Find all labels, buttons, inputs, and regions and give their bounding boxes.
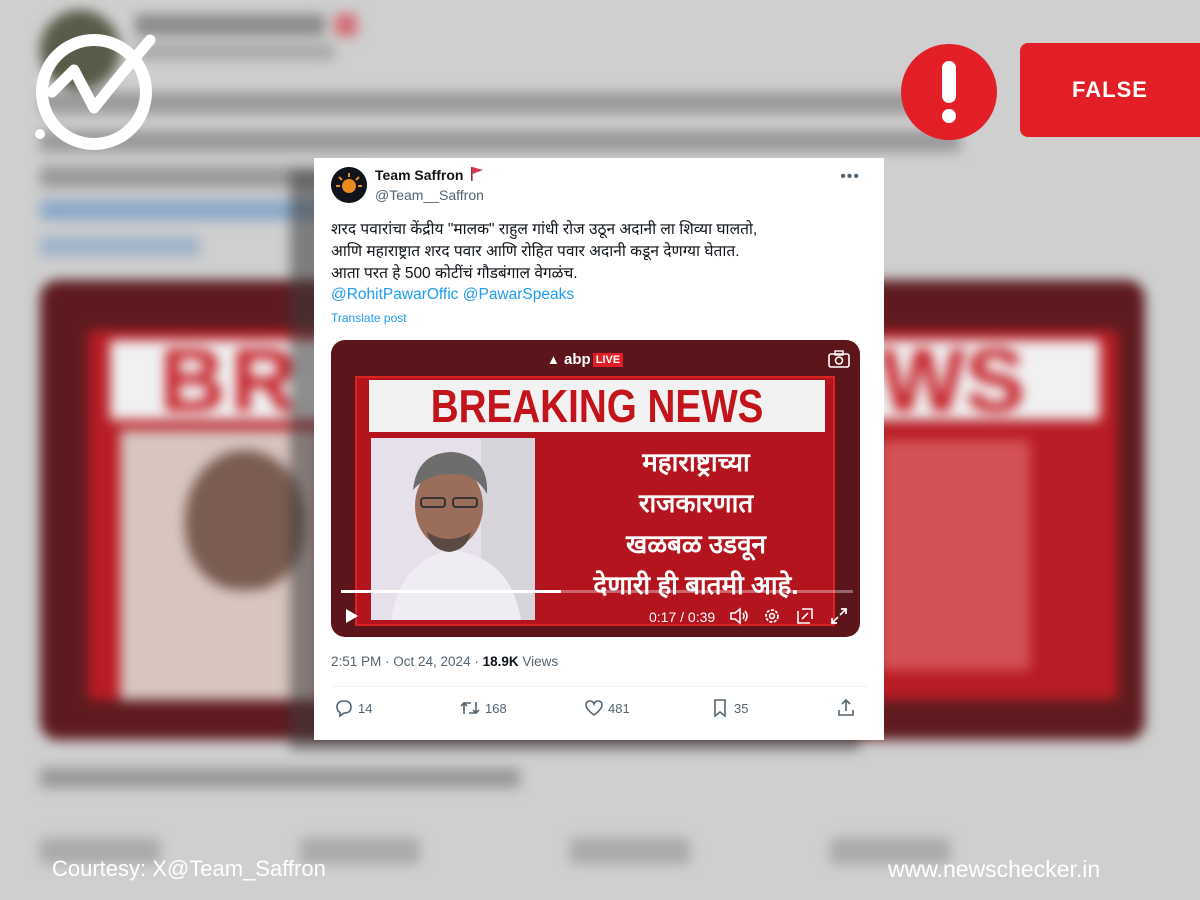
reply-button[interactable]: 14: [334, 698, 372, 718]
tweet-text: शरद पवारांचा केंद्रीय "मालक" राहुल गांधी…: [331, 219, 871, 285]
heart-icon: [585, 700, 603, 717]
volume-icon[interactable]: [729, 607, 749, 625]
author-handle[interactable]: @Team__Saffron: [375, 187, 484, 203]
headline-line: महाराष्ट्राच्या: [642, 447, 750, 477]
abp-live-logo: ▲ abp LIVE: [547, 351, 624, 368]
play-icon[interactable]: [345, 608, 359, 624]
reply-icon: [336, 700, 352, 718]
like-count: 481: [608, 700, 630, 716]
alert-icon: [901, 44, 997, 140]
reply-count: 14: [358, 700, 373, 716]
share-button[interactable]: [836, 698, 860, 718]
tweet-meta: 2:51 PM · Oct 24, 2024 · 18.9K Views: [331, 654, 558, 669]
mentions-link[interactable]: @RohitPawarOffic @PawarSpeaks: [331, 286, 574, 304]
headline-line: राजकारणात: [638, 488, 754, 518]
timestamp[interactable]: 2:51 PM · Oct 24, 2024 ·: [331, 654, 483, 669]
headline-line: देणारी ही बातमी आहे.: [593, 570, 799, 600]
repost-button[interactable]: 168: [459, 698, 507, 718]
share-icon: [838, 698, 854, 716]
newschecker-logo: [35, 34, 156, 150]
tweet-line: आणि महाराष्ट्रात शरद पवार आणि रोहित पवार…: [331, 243, 740, 260]
author-name[interactable]: Team Saffron: [375, 167, 484, 183]
repost-icon: [460, 701, 480, 715]
breaking-news-banner: BREAKING NEWS: [369, 380, 825, 432]
marathi-headline: महाराष्ट्राच्या राजकारणात खळबळ उडवून देण…: [571, 442, 821, 606]
fullscreen-icon[interactable]: [830, 607, 848, 625]
like-button[interactable]: 481: [584, 698, 630, 718]
views-label: Views: [518, 654, 559, 669]
site-url: www.newschecker.in: [888, 856, 1101, 882]
repost-count: 168: [485, 700, 507, 716]
avatar[interactable]: [331, 167, 367, 203]
bookmark-icon: [714, 699, 726, 718]
picture-in-picture-icon[interactable]: [796, 607, 814, 625]
video-player[interactable]: ▲ abp LIVE BREAKING NEWS महाराष्ट्राच्या…: [331, 340, 860, 637]
tweet-card: Team Saffron @Team__Saffron ••• शरद पवार…: [314, 158, 884, 740]
camera-icon[interactable]: [828, 350, 850, 368]
video-time: 0:17 / 0:39: [649, 609, 716, 625]
bookmark-count: 35: [734, 700, 749, 716]
video-controls: 0:17 / 0:39: [331, 602, 860, 630]
bookmark-button[interactable]: 35: [710, 698, 748, 718]
courtesy-credit: Courtesy: X@Team_Saffron: [52, 856, 326, 881]
action-bar: 14 168 481 35: [331, 698, 868, 720]
video-progress-bar[interactable]: [341, 590, 853, 593]
divider: [331, 686, 868, 687]
tweet-line: आता परत हे 500 कोटींचं गौडबंगाल वेगळंच.: [331, 265, 578, 282]
flag-icon: [471, 167, 484, 181]
settings-icon[interactable]: [763, 607, 781, 625]
video-progress-fill: [341, 590, 562, 593]
translate-post-link[interactable]: Translate post: [331, 311, 407, 325]
verdict-badge: FALSE: [1020, 43, 1200, 137]
headline-line: खळबळ उडवून: [626, 529, 766, 559]
tweet-line: शरद पवारांचा केंद्रीय "मालक" राहुल गांधी…: [331, 221, 758, 238]
views-count: 18.9K: [482, 654, 519, 669]
more-options-icon[interactable]: •••: [840, 168, 860, 186]
